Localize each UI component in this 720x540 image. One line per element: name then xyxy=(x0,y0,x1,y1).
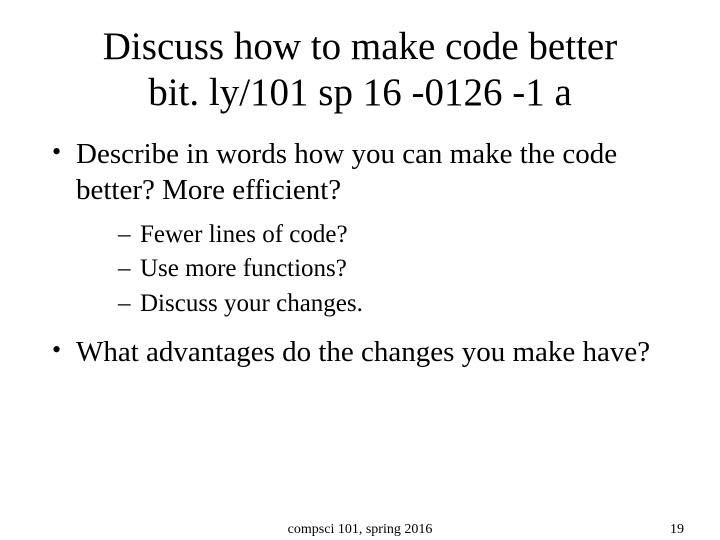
sub-bullet-item: Discuss your changes. xyxy=(118,288,680,321)
sub-bullet-text: Fewer lines of code? xyxy=(140,221,348,248)
sub-bullet-list: Fewer lines of code? Use more functions?… xyxy=(76,219,680,321)
sub-bullet-item: Use more functions? xyxy=(118,253,680,286)
title-line-2: bit. ly/101 sp 16 -0126 -1 a xyxy=(148,71,572,114)
bullet-item: Describe in words how you can make the c… xyxy=(46,136,680,320)
bullet-list: Describe in words how you can make the c… xyxy=(46,136,680,370)
sub-bullet-text: Discuss your changes. xyxy=(140,290,363,317)
footer-page-number: 19 xyxy=(670,522,684,538)
bullet-text: What advantages do the changes you make … xyxy=(76,336,650,368)
slide: Discuss how to make code better bit. ly/… xyxy=(0,0,720,540)
bullet-item: What advantages do the changes you make … xyxy=(46,334,680,370)
bullet-text: Describe in words how you can make the c… xyxy=(76,138,617,206)
sub-bullet-item: Fewer lines of code? xyxy=(118,219,680,252)
footer-course: compsci 101, spring 2016 xyxy=(0,522,720,538)
sub-bullet-text: Use more functions? xyxy=(140,255,347,282)
title-line-1: Discuss how to make code better xyxy=(103,25,617,68)
slide-title: Discuss how to make code better bit. ly/… xyxy=(40,24,680,116)
